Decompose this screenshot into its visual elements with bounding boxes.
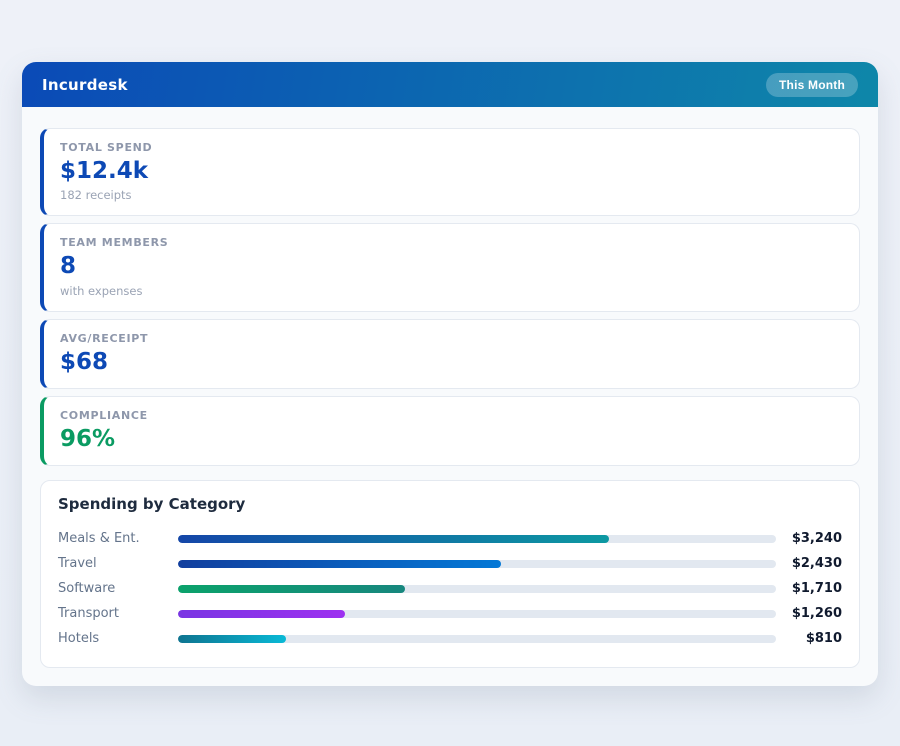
stat-card-avg-receipt: AVG/RECEIPT $68 <box>40 319 860 389</box>
stat-value: $12.4k <box>60 159 843 184</box>
app-title: Incurdesk <box>42 76 128 94</box>
category-label: Meals & Ent. <box>58 531 178 546</box>
bar-fill-travel <box>178 560 501 568</box>
category-value: $1,260 <box>776 606 842 621</box>
stat-value: 96% <box>60 427 843 452</box>
spending-by-category-card: Spending by Category Meals & Ent. $3,240… <box>40 480 860 668</box>
category-label: Travel <box>58 556 178 571</box>
category-value: $810 <box>776 631 842 646</box>
spending-row-software: Software $1,710 <box>58 576 842 601</box>
period-badge-button[interactable]: This Month <box>766 73 858 97</box>
stat-value: $68 <box>60 350 843 375</box>
stat-label: AVG/RECEIPT <box>60 332 843 345</box>
stat-label: COMPLIANCE <box>60 409 843 422</box>
stat-card-total-spend: TOTAL SPEND $12.4k 182 receipts <box>40 128 860 216</box>
bar-fill-software <box>178 585 405 593</box>
stat-card-compliance: COMPLIANCE 96% <box>40 396 860 466</box>
bar-track <box>178 635 776 643</box>
stats-section: TOTAL SPEND $12.4k 182 receipts TEAM MEM… <box>22 107 878 466</box>
bar-fill-hotels <box>178 635 286 643</box>
spending-row-meals: Meals & Ent. $3,240 <box>58 526 842 551</box>
category-label: Hotels <box>58 631 178 646</box>
category-value: $1,710 <box>776 581 842 596</box>
category-label: Software <box>58 581 178 596</box>
stat-card-team-members: TEAM MEMBERS 8 with expenses <box>40 223 860 311</box>
spending-row-transport: Transport $1,260 <box>58 601 842 626</box>
stat-subtext: 182 receipts <box>60 188 843 202</box>
bar-track <box>178 535 776 543</box>
bar-track <box>178 610 776 618</box>
spending-row-hotels: Hotels $810 <box>58 626 842 651</box>
category-value: $2,430 <box>776 556 842 571</box>
stat-subtext: with expenses <box>60 284 843 298</box>
category-label: Transport <box>58 606 178 621</box>
app-header: Incurdesk This Month <box>22 62 878 107</box>
stat-value: 8 <box>60 254 843 279</box>
stat-label: TEAM MEMBERS <box>60 236 843 249</box>
bar-fill-transport <box>178 610 345 618</box>
bar-track <box>178 560 776 568</box>
dashboard-card: Incurdesk This Month TOTAL SPEND $12.4k … <box>22 62 878 686</box>
bar-track <box>178 585 776 593</box>
bar-fill-meals <box>178 535 609 543</box>
category-value: $3,240 <box>776 531 842 546</box>
spending-card-title: Spending by Category <box>58 495 842 513</box>
stat-label: TOTAL SPEND <box>60 141 843 154</box>
spending-row-travel: Travel $2,430 <box>58 551 842 576</box>
